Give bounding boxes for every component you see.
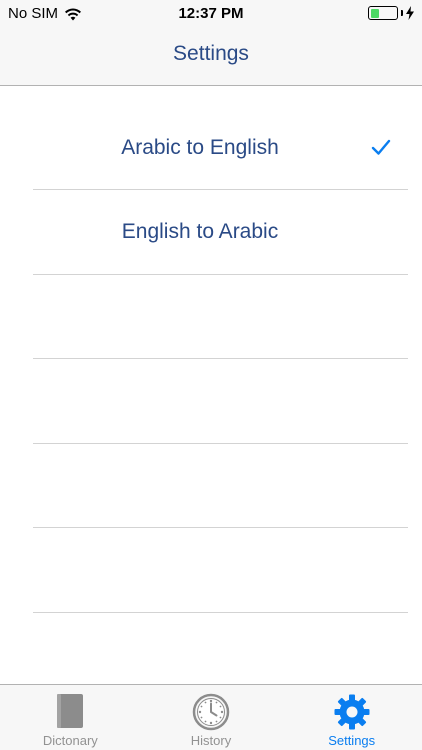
tab-bar: Dictonary History Settings xyxy=(0,684,422,750)
list-item-empty xyxy=(0,528,422,613)
clock-icon xyxy=(192,693,230,731)
charging-bolt-icon xyxy=(406,6,414,20)
tab-label: Settings xyxy=(328,733,376,748)
tab-history[interactable]: History xyxy=(141,685,282,750)
battery-icon xyxy=(368,6,398,20)
gear-icon xyxy=(334,694,370,730)
book-icon xyxy=(57,694,84,728)
app-screen: No SIM 12:37 PM Settings Arabic to Engli… xyxy=(0,0,422,750)
list-item-label: English to Arabic xyxy=(121,220,279,243)
tab-label: History xyxy=(190,733,232,748)
navigation-bar: Settings xyxy=(0,28,422,86)
tab-settings[interactable]: Settings xyxy=(281,685,422,750)
page-title: Settings xyxy=(173,42,249,65)
language-direction-list: Arabic to English English to Arabic xyxy=(0,86,422,613)
tab-dictionary[interactable]: Dictonary xyxy=(0,685,141,750)
status-bar: No SIM 12:37 PM xyxy=(0,0,422,28)
list-item-empty xyxy=(0,444,422,528)
list-item-english-to-arabic[interactable]: English to Arabic xyxy=(0,190,422,275)
checkmark-icon xyxy=(371,139,391,155)
status-right xyxy=(368,6,414,20)
list-item-label: Arabic to English xyxy=(121,136,279,159)
battery-tip xyxy=(401,10,403,16)
list-item-arabic-to-english[interactable]: Arabic to English xyxy=(0,86,422,190)
tab-label: Dictonary xyxy=(42,733,98,748)
row-separator xyxy=(33,611,408,613)
list-item-empty xyxy=(0,275,422,359)
list-item-empty xyxy=(0,359,422,444)
status-time: 12:37 PM xyxy=(178,5,244,22)
battery-fill xyxy=(370,8,380,18)
